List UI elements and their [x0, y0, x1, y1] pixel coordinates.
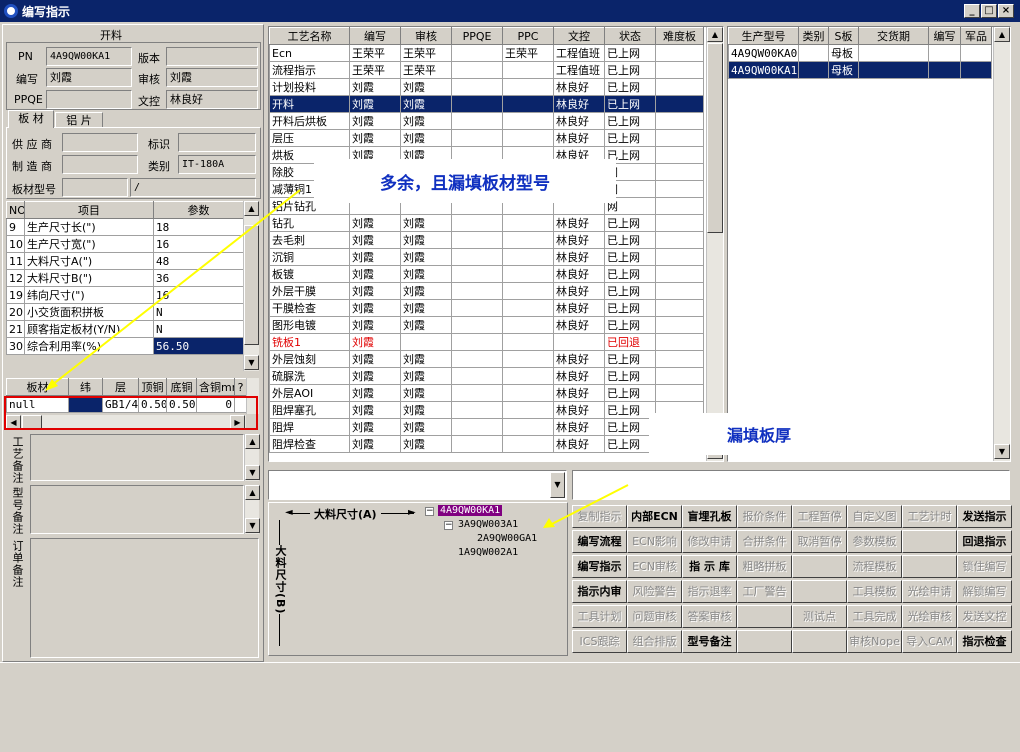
annotation-arrows: [45, 189, 629, 528]
tab-board[interactable]: 板 材: [8, 110, 54, 128]
arrow-line-2: [549, 484, 629, 526]
arrow-line-1: [51, 189, 301, 386]
